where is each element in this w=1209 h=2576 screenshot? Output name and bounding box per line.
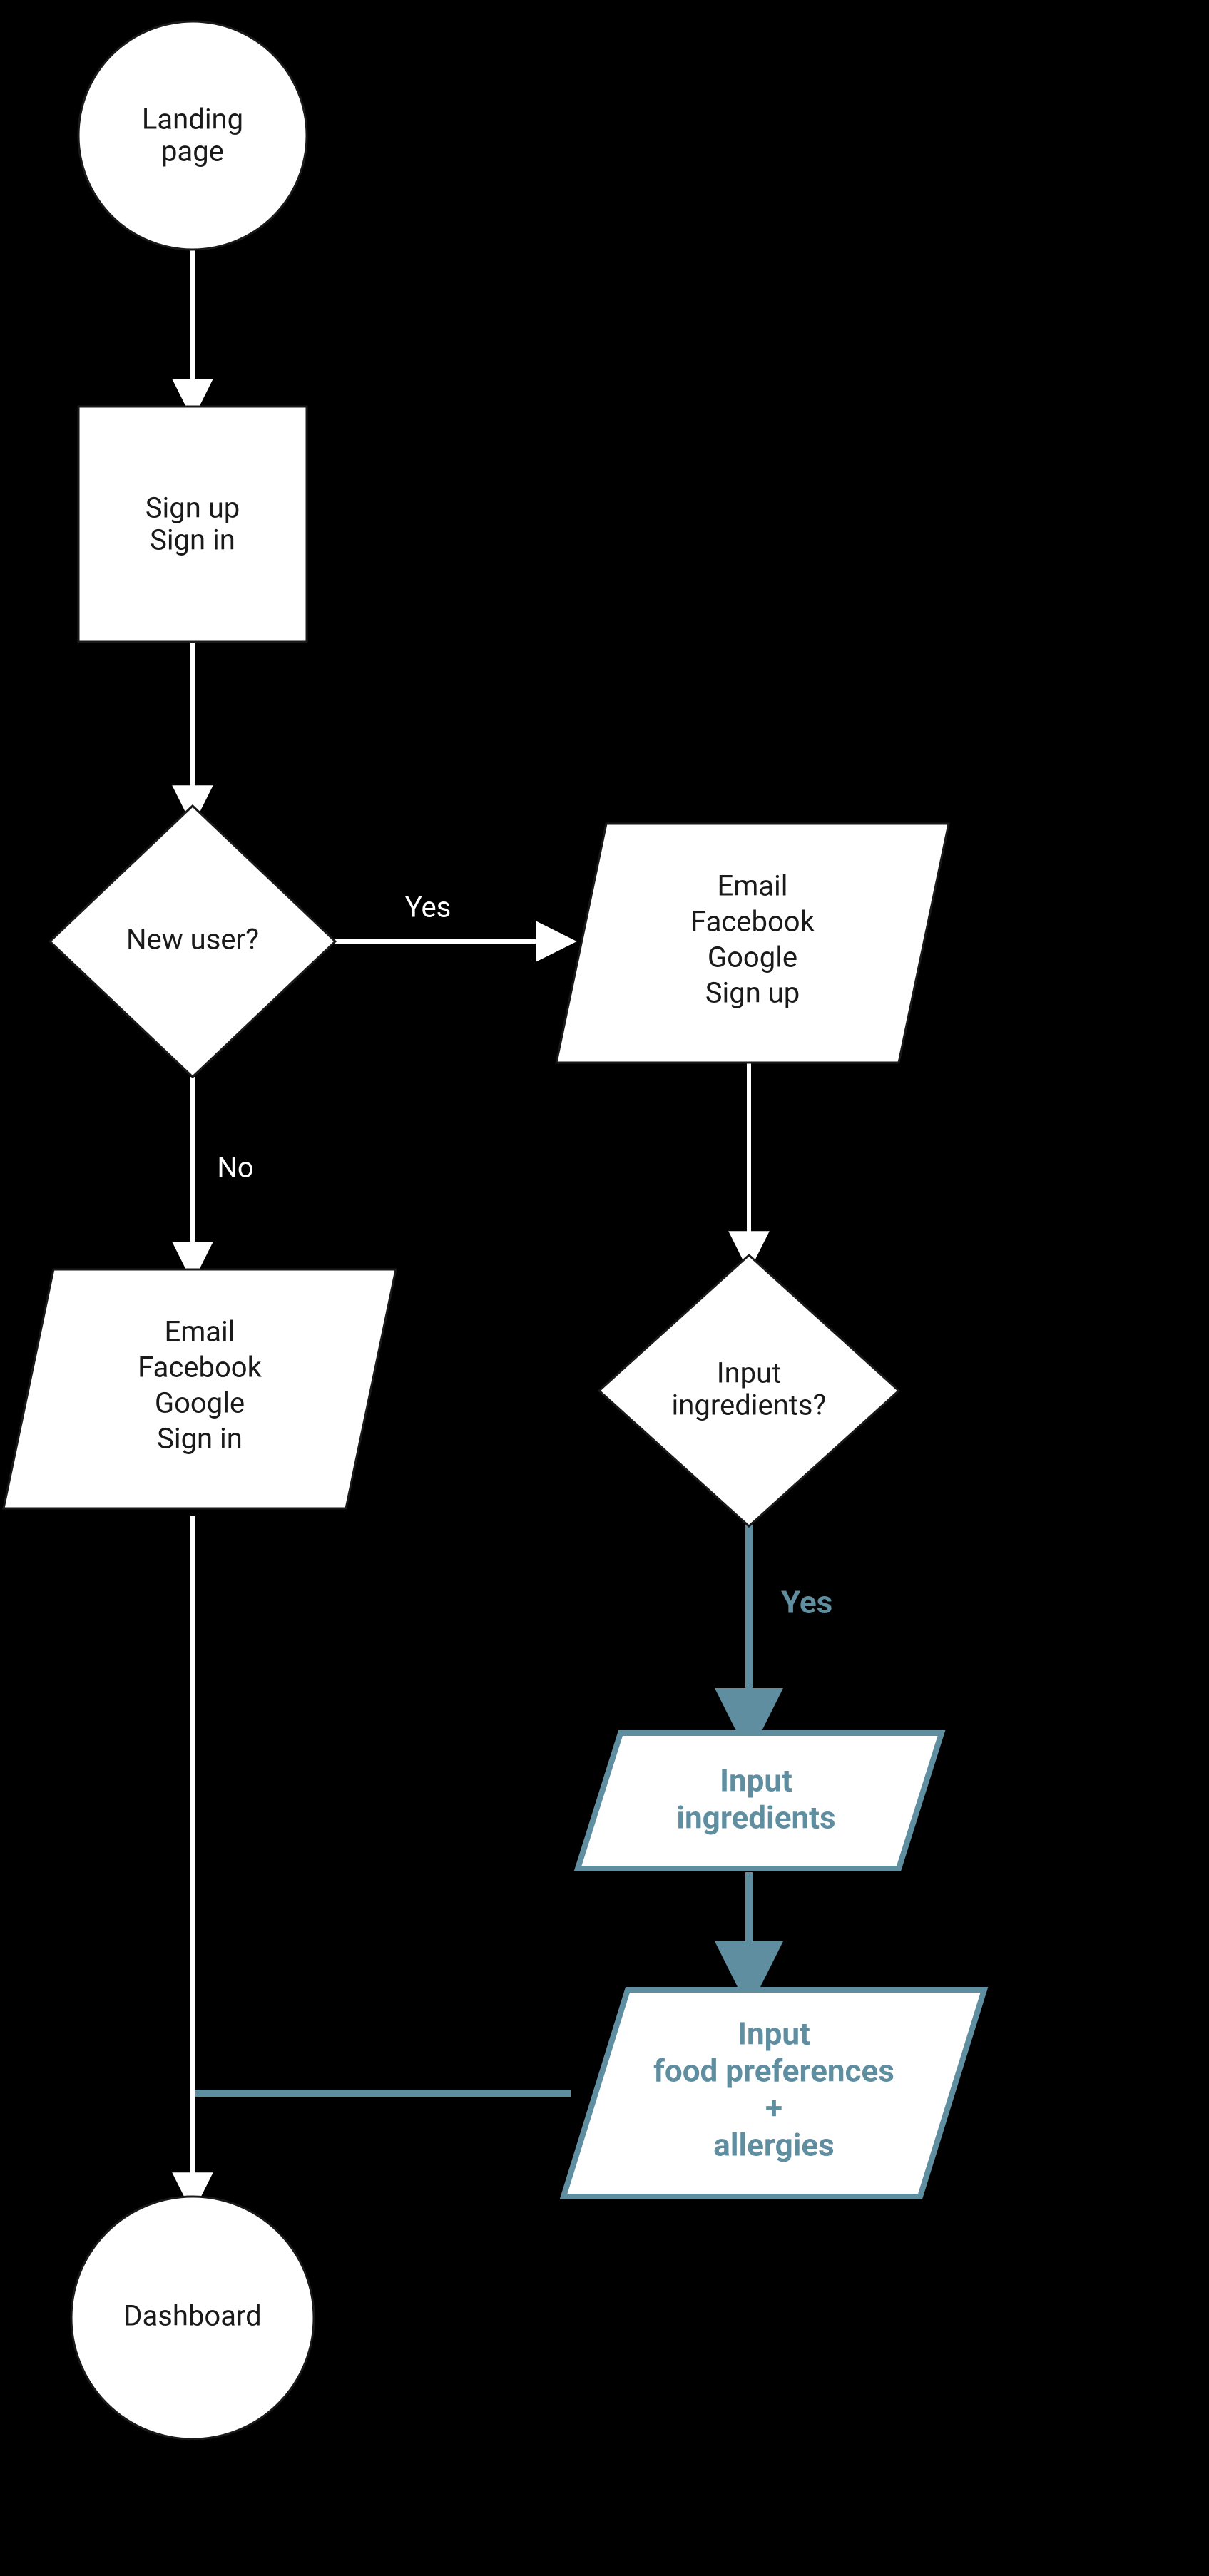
node-newuser-line1: New user? bbox=[126, 923, 259, 956]
node-signin-line1: Email bbox=[164, 1315, 235, 1349]
node-dashboard-line1: Dashboard bbox=[123, 2299, 261, 2333]
node-signin-line2: Facebook bbox=[138, 1351, 262, 1384]
edge-label-newuser-yes: Yes bbox=[405, 891, 452, 924]
node-signin-line3: Google bbox=[155, 1386, 245, 1420]
node-signup-line2: Facebook bbox=[690, 905, 815, 939]
node-auth: Sign up Sign in bbox=[78, 407, 307, 642]
node-inputq-line2: ingredients? bbox=[672, 1389, 827, 1422]
node-signin-io: Email Facebook Google Sign in bbox=[4, 1269, 396, 1508]
flowchart-diagram: Yes No Yes Landing page Sign up Sign in … bbox=[0, 0, 1209, 2576]
node-dashboard: Dashboard bbox=[71, 2197, 314, 2439]
edge-label-newuser-no: No bbox=[217, 1151, 253, 1185]
node-inputi-line2: ingredients bbox=[676, 1799, 835, 1836]
node-inputq-line1: Input bbox=[717, 1356, 782, 1390]
node-auth-line1: Sign up bbox=[146, 491, 240, 525]
node-prefs-line4: allergies bbox=[713, 2127, 834, 2164]
node-signup-line3: Google bbox=[708, 941, 797, 974]
node-landing-line1: Landing bbox=[142, 103, 243, 136]
node-food-preferences-io: Input food preferences + allergies bbox=[563, 1990, 984, 2197]
node-auth-line2: Sign in bbox=[150, 523, 235, 557]
node-prefs-line2: food preferences bbox=[653, 2053, 894, 2090]
node-new-user-decision: New user? bbox=[50, 806, 335, 1077]
node-prefs-line3: + bbox=[765, 2090, 782, 2127]
node-signup-io: Email Facebook Google Sign up bbox=[556, 824, 949, 1063]
node-input-ingredients-decision: Input ingredients? bbox=[599, 1255, 899, 1526]
node-signin-line4: Sign in bbox=[157, 1422, 243, 1456]
node-signup-line1: Email bbox=[717, 869, 787, 903]
node-prefs-line1: Input bbox=[738, 2015, 810, 2053]
edge-label-inputq-yes: Yes bbox=[781, 1584, 832, 1621]
node-inputi-line1: Input bbox=[720, 1762, 792, 1799]
node-signup-line4: Sign up bbox=[705, 976, 800, 1010]
node-input-ingredients-io: Input ingredients bbox=[578, 1733, 942, 1869]
node-landing-line2: page bbox=[161, 135, 224, 168]
node-landing-page: Landing page bbox=[78, 21, 307, 250]
